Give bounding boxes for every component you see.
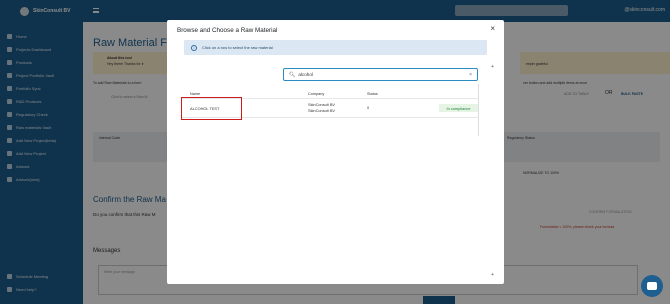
column-status: Status [367,92,378,96]
expand-icon[interactable]: + [491,64,494,70]
info-text: Click on a row to select the raw materia… [202,45,273,50]
modal-title: Browse and Choose a Raw Material [177,27,278,34]
chat-button[interactable] [641,275,663,297]
row-company-1: SkinConsult BV [308,102,336,107]
column-name: Name [190,92,201,96]
add-icon[interactable]: + [491,272,494,278]
search-icon: 🔍︎ [289,71,296,78]
close-icon[interactable]: × [490,25,495,33]
info-banner: i Click on a row to select the raw mater… [184,40,487,55]
clear-icon[interactable]: × [469,72,472,78]
row-status: 0 [367,105,370,110]
row-highlight-box [181,97,242,120]
column-company: Company [308,92,325,96]
chat-icon [647,282,657,290]
browse-raw-material-modal: Browse and Choose a Raw Material × i Cli… [167,20,504,284]
row-company-2: SkinConsult BV [308,108,336,113]
compliance-badge: In compliance [439,104,478,112]
search-input[interactable] [298,72,469,77]
info-icon: i [191,44,197,51]
search-field[interactable]: 🔍︎ × [283,68,478,81]
